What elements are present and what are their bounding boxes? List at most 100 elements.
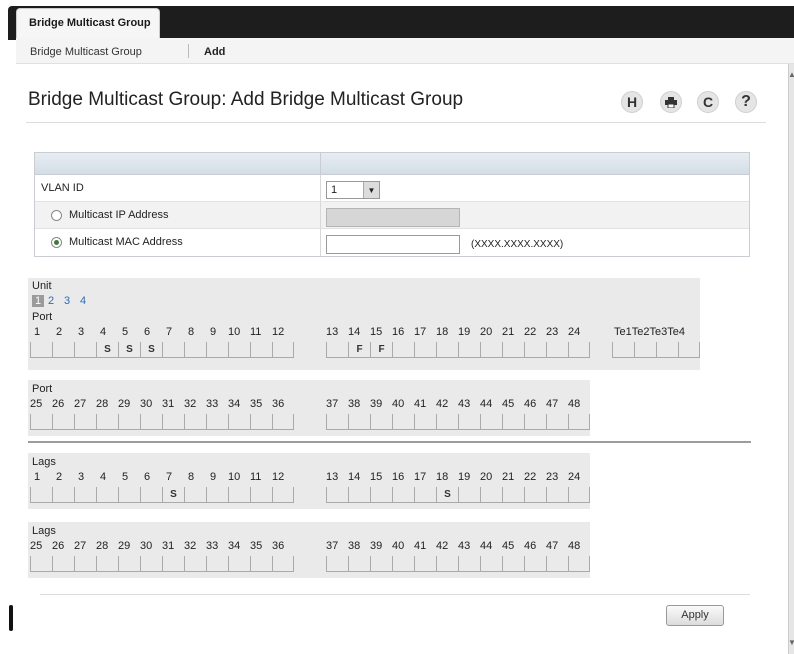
lag-cell[interactable] bbox=[30, 487, 52, 503]
subnav-add[interactable]: Add bbox=[204, 46, 225, 58]
port-cell[interactable]: S bbox=[96, 342, 118, 358]
port-cell[interactable] bbox=[414, 342, 436, 358]
port-cell[interactable] bbox=[370, 414, 392, 430]
lag-cell[interactable] bbox=[74, 556, 96, 572]
scroll-down-icon[interactable]: ▼ bbox=[788, 638, 794, 647]
port-cell[interactable] bbox=[184, 414, 206, 430]
port-cell[interactable] bbox=[184, 342, 206, 358]
lag-cell[interactable] bbox=[392, 556, 414, 572]
lag-cell[interactable] bbox=[370, 556, 392, 572]
port-cell[interactable] bbox=[250, 414, 272, 430]
port-cell[interactable]: S bbox=[140, 342, 162, 358]
lag-cell[interactable] bbox=[52, 487, 74, 503]
port-cell[interactable] bbox=[74, 342, 96, 358]
port-cell[interactable] bbox=[206, 342, 228, 358]
port-cell[interactable] bbox=[74, 414, 96, 430]
subnav-bridge-multicast-group[interactable]: Bridge Multicast Group bbox=[30, 46, 142, 58]
port-cell[interactable] bbox=[414, 414, 436, 430]
lag-cell[interactable] bbox=[184, 487, 206, 503]
port-cell[interactable] bbox=[502, 414, 524, 430]
lag-cell[interactable] bbox=[326, 556, 348, 572]
port-cell[interactable] bbox=[546, 414, 568, 430]
lag-cell[interactable] bbox=[30, 556, 52, 572]
port-cell[interactable] bbox=[348, 414, 370, 430]
port-cell[interactable] bbox=[436, 342, 458, 358]
tab-bridge-multicast-group[interactable]: Bridge Multicast Group bbox=[16, 8, 160, 38]
scroll-up-icon[interactable]: ▲ bbox=[788, 70, 794, 79]
vlan-select[interactable]: 1 ▼ bbox=[326, 181, 380, 199]
port-cell[interactable] bbox=[30, 414, 52, 430]
port-cell[interactable] bbox=[52, 342, 74, 358]
lag-cell[interactable] bbox=[348, 487, 370, 503]
ip-address-input[interactable] bbox=[326, 207, 460, 227]
port-cell[interactable] bbox=[30, 342, 52, 358]
port-cell[interactable] bbox=[272, 342, 294, 358]
port-cell[interactable] bbox=[568, 342, 590, 358]
lag-cell[interactable] bbox=[502, 487, 524, 503]
port-cell[interactable] bbox=[118, 414, 140, 430]
mac-radio[interactable] bbox=[51, 237, 62, 248]
unit-option[interactable]: 2 bbox=[48, 295, 54, 307]
port-cell[interactable] bbox=[458, 342, 480, 358]
lag-cell[interactable] bbox=[162, 556, 184, 572]
lag-cell[interactable]: S bbox=[162, 487, 184, 503]
apply-button[interactable]: Apply bbox=[666, 605, 724, 626]
te-port-cell[interactable] bbox=[634, 342, 656, 358]
unit-option[interactable]: 3 bbox=[64, 295, 70, 307]
port-cell[interactable] bbox=[228, 342, 250, 358]
lag-cell[interactable] bbox=[140, 487, 162, 503]
lag-cell[interactable] bbox=[184, 556, 206, 572]
lag-cell[interactable] bbox=[414, 487, 436, 503]
lag-cell[interactable] bbox=[524, 556, 546, 572]
unit-option[interactable]: 1 bbox=[32, 295, 45, 307]
vertical-scrollbar[interactable]: ▲ ▼ bbox=[788, 64, 794, 654]
port-cell[interactable] bbox=[524, 414, 546, 430]
lag-cell[interactable] bbox=[502, 556, 524, 572]
te-port-cell[interactable] bbox=[612, 342, 634, 358]
lag-cell[interactable] bbox=[436, 556, 458, 572]
lag-cell[interactable] bbox=[458, 487, 480, 503]
help-icon[interactable]: ? bbox=[735, 91, 757, 113]
lag-cell[interactable] bbox=[250, 487, 272, 503]
port-cell[interactable] bbox=[524, 342, 546, 358]
port-cell[interactable] bbox=[162, 342, 184, 358]
ip-radio[interactable] bbox=[51, 210, 62, 221]
lag-cell[interactable] bbox=[546, 487, 568, 503]
print-icon[interactable] bbox=[660, 91, 682, 113]
port-cell[interactable] bbox=[162, 414, 184, 430]
port-cell[interactable]: S bbox=[118, 342, 140, 358]
lag-cell[interactable] bbox=[96, 556, 118, 572]
lag-cell[interactable] bbox=[348, 556, 370, 572]
lag-cell[interactable] bbox=[392, 487, 414, 503]
lag-cell[interactable] bbox=[568, 556, 590, 572]
refresh-icon[interactable]: C bbox=[697, 91, 719, 113]
save-icon[interactable]: H bbox=[621, 91, 643, 113]
port-cell[interactable] bbox=[392, 342, 414, 358]
lag-cell[interactable]: S bbox=[436, 487, 458, 503]
port-cell[interactable] bbox=[392, 414, 414, 430]
mac-option[interactable]: Multicast MAC Address bbox=[35, 229, 321, 256]
lag-cell[interactable] bbox=[458, 556, 480, 572]
port-cell[interactable] bbox=[250, 342, 272, 358]
port-cell[interactable] bbox=[326, 342, 348, 358]
lag-cell[interactable] bbox=[568, 487, 590, 503]
lag-cell[interactable] bbox=[206, 487, 228, 503]
port-cell[interactable]: F bbox=[370, 342, 392, 358]
lag-cell[interactable] bbox=[480, 487, 502, 503]
lag-cell[interactable] bbox=[414, 556, 436, 572]
lag-cell[interactable] bbox=[546, 556, 568, 572]
unit-option[interactable]: 4 bbox=[80, 295, 86, 307]
lag-cell[interactable] bbox=[206, 556, 228, 572]
lag-cell[interactable] bbox=[118, 556, 140, 572]
port-cell[interactable] bbox=[546, 342, 568, 358]
port-cell[interactable]: F bbox=[348, 342, 370, 358]
lag-cell[interactable] bbox=[250, 556, 272, 572]
port-cell[interactable] bbox=[52, 414, 74, 430]
lag-cell[interactable] bbox=[140, 556, 162, 572]
lag-cell[interactable] bbox=[118, 487, 140, 503]
port-cell[interactable] bbox=[228, 414, 250, 430]
port-cell[interactable] bbox=[140, 414, 162, 430]
lag-cell[interactable] bbox=[326, 487, 348, 503]
port-cell[interactable] bbox=[502, 342, 524, 358]
port-cell[interactable] bbox=[480, 342, 502, 358]
